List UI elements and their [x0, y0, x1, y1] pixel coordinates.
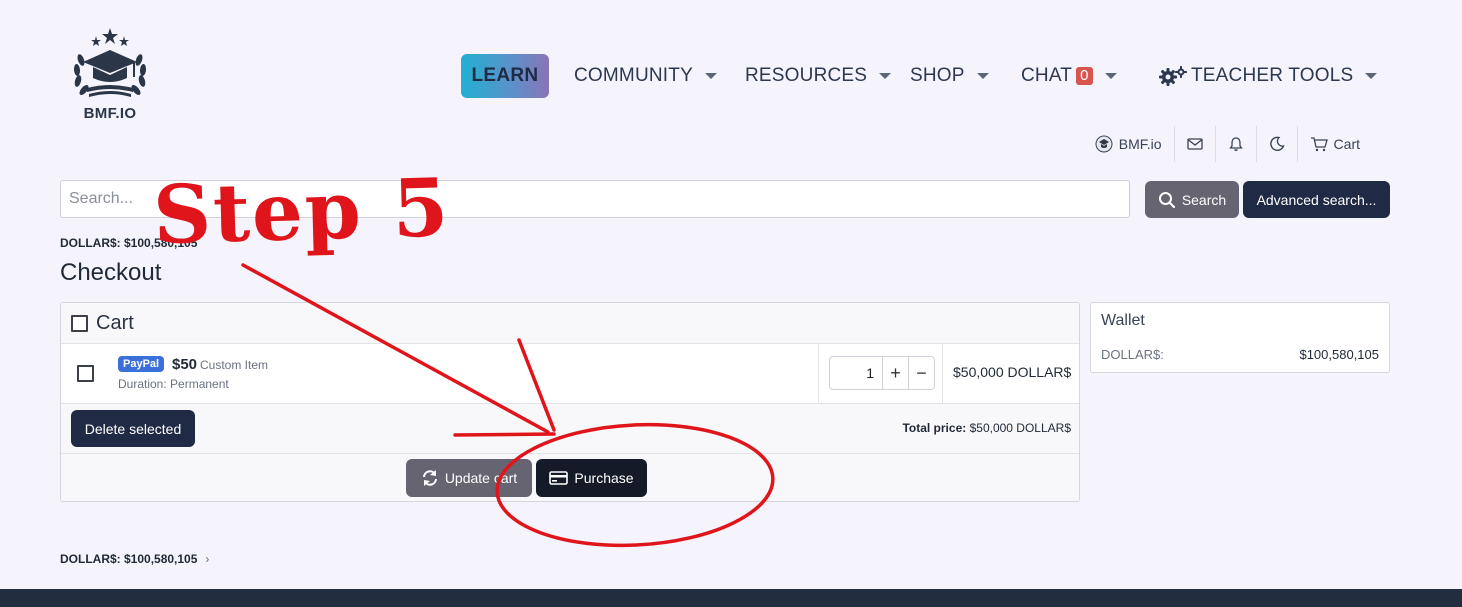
moon-icon [1269, 136, 1285, 151]
cart-footer: Delete selected Total price: $50,000 DOL… [61, 404, 1079, 454]
nav-shop-label: SHOP [910, 65, 965, 86]
notifications-button[interactable] [1214, 126, 1256, 162]
cart-panel: Cart PayPal $50 Custom Item Duration: Pe… [60, 302, 1080, 502]
paypal-badge: PayPal [118, 356, 165, 372]
wallet-title: Wallet [1101, 312, 1145, 329]
graduation-cap-logo-icon [73, 28, 147, 97]
chevron-down-icon [879, 73, 892, 79]
bell-icon [1228, 137, 1243, 151]
chevron-down-icon [704, 73, 717, 79]
cart-actions: Update cart Purchase [61, 454, 1079, 501]
chevron-right-icon: › [205, 552, 210, 566]
avatar-icon [1095, 135, 1113, 153]
advanced-search-button[interactable]: Advanced search... [1243, 181, 1390, 218]
site-logo[interactable]: BMF.IO [66, 26, 154, 130]
plus-icon[interactable]: + [882, 357, 908, 389]
minus-icon[interactable]: − [908, 357, 934, 389]
item-price[interactable]: $50 [172, 356, 197, 373]
page-footer [0, 589, 1462, 607]
balance-footer-text: DOLLAR$: $100,580,105 [60, 552, 198, 566]
search-button-label: Search [1181, 191, 1227, 208]
total-price-label: Total price: [902, 421, 967, 435]
balance-footer-link[interactable]: DOLLAR$: $100,580,105 › [60, 552, 209, 566]
account-name: BMF.io [1118, 136, 1162, 152]
nav-resources-label: RESOURCES [745, 65, 868, 86]
cart-link[interactable]: Cart [1296, 126, 1372, 162]
nav-resources[interactable]: RESOURCES [745, 54, 892, 98]
update-cart-button[interactable]: Update cart [406, 459, 532, 497]
cart-icon [1310, 137, 1328, 152]
refresh-icon [422, 470, 437, 486]
cart-header: Cart [61, 303, 1079, 344]
select-all-checkbox[interactable] [71, 314, 88, 332]
credit-card-icon [549, 471, 569, 485]
nav-teacher-tools[interactable]: TEACHER TOOLS [1159, 54, 1378, 98]
nav-community-label: COMMUNITY [574, 65, 693, 86]
nav-community[interactable]: COMMUNITY [574, 54, 717, 98]
nav-learn[interactable]: LEARN [461, 54, 549, 98]
cart-item-row: PayPal $50 Custom Item Duration: Permane… [61, 344, 1079, 404]
wallet-panel: Wallet DOLLAR$: $100,580,105 [1090, 302, 1390, 373]
cart-link-label: Cart [1333, 136, 1360, 152]
cart-header-label: Cart [96, 311, 134, 334]
account-link[interactable]: BMF.io [1083, 126, 1174, 162]
envelope-icon [1186, 138, 1203, 150]
update-cart-label: Update cart [444, 470, 518, 486]
gears-icon [1159, 66, 1187, 86]
utility-bar: BMF.io Cart [1083, 126, 1372, 162]
logo-text: BMF.IO [83, 105, 137, 122]
theme-toggle[interactable] [1255, 126, 1297, 162]
wallet-balance: $100,580,105 [1299, 347, 1379, 362]
total-price-value: $50,000 DOLLAR$ [969, 421, 1071, 435]
total-price: Total price: $50,000 DOLLAR$ [902, 421, 1071, 435]
nav-chat-label: CHAT [1021, 65, 1073, 86]
annotation-step-label: Step 5 [152, 160, 452, 262]
main-nav: LEARN COMMUNITY RESOURCES SHOP CHAT 0 TE… [461, 54, 1378, 98]
chat-count-badge: 0 [1076, 67, 1093, 85]
chevron-down-icon [1365, 73, 1378, 79]
line-total: $50,000 DOLLAR$ [953, 364, 1072, 380]
search-button[interactable]: Search [1145, 181, 1239, 218]
chevron-down-icon [1104, 73, 1117, 79]
nav-teacher-tools-label: TEACHER TOOLS [1191, 65, 1354, 86]
item-checkbox[interactable] [77, 365, 94, 382]
inbox-button[interactable] [1173, 126, 1215, 162]
quantity-cell: 1 + − [818, 344, 943, 403]
wallet-currency-label: DOLLAR$: [1101, 347, 1164, 362]
delete-selected-button[interactable]: Delete selected [71, 410, 195, 447]
page-title: Checkout [60, 259, 162, 286]
quantity-stepper: 1 + − [829, 356, 935, 390]
item-type: Custom Item [200, 358, 269, 372]
nav-chat[interactable]: CHAT 0 [1021, 54, 1117, 98]
nav-shop[interactable]: SHOP [910, 54, 989, 98]
purchase-button[interactable]: Purchase [536, 459, 647, 497]
purchase-label: Purchase [574, 470, 634, 486]
chevron-down-icon [976, 73, 989, 79]
quantity-input[interactable]: 1 [830, 365, 882, 381]
item-duration: Duration: Permanent [118, 377, 229, 391]
search-icon [1158, 191, 1175, 208]
